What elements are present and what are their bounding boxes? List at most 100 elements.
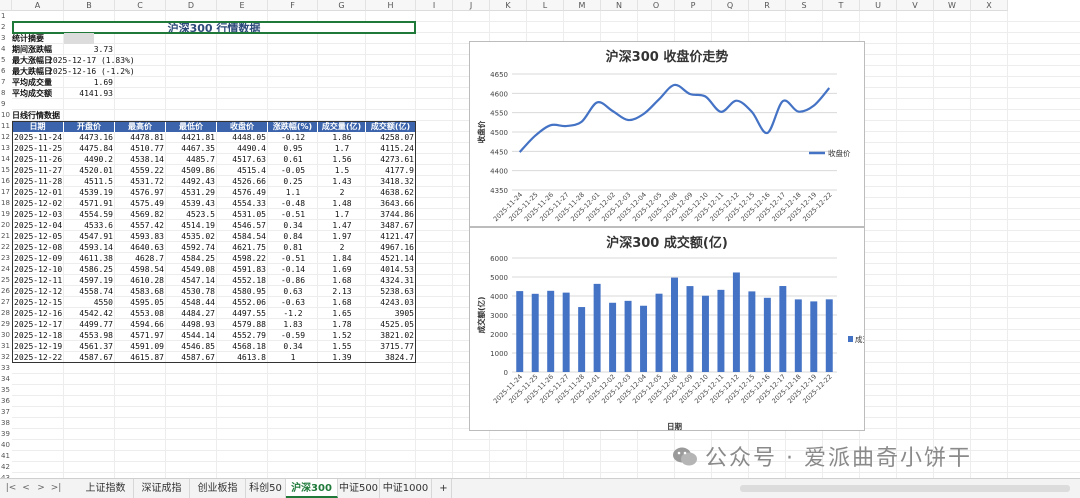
row-header[interactable]: 41 — [0, 451, 12, 462]
column-header[interactable]: J — [453, 0, 490, 11]
y-tick-label: 3000 — [490, 312, 508, 320]
row-header[interactable]: 29 — [0, 319, 12, 330]
column-header[interactable]: B — [64, 0, 115, 11]
add-sheet-button[interactable]: + — [436, 479, 452, 498]
row-header[interactable]: 1 — [0, 11, 12, 22]
row-header[interactable]: 10 — [0, 110, 12, 121]
row-header[interactable]: 28 — [0, 308, 12, 319]
column-header[interactable]: X — [971, 0, 1008, 11]
summary-value[interactable]: 2025-12-16 (-1.2%) — [48, 66, 135, 77]
summary-value[interactable]: 1.69 — [64, 77, 113, 88]
column-header[interactable]: Q — [712, 0, 749, 11]
summary-label[interactable]: 最大涨幅日 — [12, 55, 52, 66]
summary-label[interactable]: 平均成交额 — [12, 88, 52, 99]
column-header[interactable]: M — [564, 0, 601, 11]
column-header[interactable]: W — [934, 0, 971, 11]
row-header[interactable]: 25 — [0, 275, 12, 286]
sheet-nav-arrow[interactable]: > — [34, 479, 48, 498]
row-header[interactable]: 40 — [0, 440, 12, 451]
summary-value[interactable]: 4141.93 — [64, 88, 113, 99]
column-header[interactable]: R — [749, 0, 786, 11]
column-header[interactable]: S — [786, 0, 823, 11]
summary-label[interactable]: 平均成交量 — [12, 77, 52, 88]
row-header[interactable]: 5 — [0, 55, 12, 66]
sheet-tab[interactable]: 科创50 — [246, 479, 286, 498]
row-header[interactable]: 8 — [0, 88, 12, 99]
row-header[interactable]: 30 — [0, 330, 12, 341]
row-header[interactable]: 24 — [0, 264, 12, 275]
row-header[interactable]: 37 — [0, 407, 12, 418]
row-header[interactable]: 33 — [0, 363, 12, 374]
column-header[interactable]: I — [416, 0, 453, 11]
sheet-tab[interactable]: 沪深300 — [286, 479, 338, 498]
column-header[interactable]: E — [217, 0, 268, 11]
row-header[interactable]: 3 — [0, 33, 12, 44]
column-header[interactable]: H — [366, 0, 416, 11]
row-header[interactable]: 15 — [0, 165, 12, 176]
row-header[interactable]: 4 — [0, 44, 12, 55]
column-header[interactable]: A — [12, 0, 64, 11]
row-header[interactable]: 34 — [0, 374, 12, 385]
row-header[interactable]: 14 — [0, 154, 12, 165]
row-header[interactable]: 18 — [0, 198, 12, 209]
column-header[interactable]: C — [115, 0, 166, 11]
summary-value[interactable]: 3.73 — [64, 44, 113, 55]
sheet-tab[interactable]: 中证500 — [338, 479, 380, 498]
row-header[interactable]: 17 — [0, 187, 12, 198]
row-header[interactable]: 36 — [0, 396, 12, 407]
row-header[interactable]: 9 — [0, 99, 12, 110]
row-header[interactable]: 32 — [0, 352, 12, 363]
sheet-tab[interactable]: 中证1000 — [380, 479, 432, 498]
horizontal-scrollbar[interactable] — [740, 485, 1070, 492]
row-header[interactable]: 20 — [0, 220, 12, 231]
column-header[interactable]: P — [675, 0, 712, 11]
row-header[interactable]: 35 — [0, 385, 12, 396]
row-header[interactable]: 39 — [0, 429, 12, 440]
bar — [763, 297, 771, 372]
row-header[interactable]: 6 — [0, 66, 12, 77]
sheet-tab[interactable]: 上证指数 — [78, 479, 134, 498]
row-header[interactable]: 22 — [0, 242, 12, 253]
row-header[interactable]: 38 — [0, 418, 12, 429]
turnover-chart[interactable]: 沪深300 成交额(亿) 0 1000 2000 3000 4000 5000 6000 20… — [469, 227, 865, 431]
row-header[interactable]: 7 — [0, 77, 12, 88]
row-header[interactable]: 19 — [0, 209, 12, 220]
column-header[interactable]: L — [527, 0, 564, 11]
summary-value[interactable]: 2025-12-17 (1.83%) — [48, 55, 135, 66]
select-all-corner[interactable] — [0, 0, 12, 11]
summary-heading[interactable]: 统计摘要 — [12, 33, 44, 44]
daily-data-heading[interactable]: 日线行情数据 — [12, 110, 60, 121]
row-header[interactable]: 27 — [0, 297, 12, 308]
column-header[interactable]: T — [823, 0, 860, 11]
y-axis-label: 成交额(亿) — [476, 297, 486, 334]
column-header[interactable]: F — [268, 0, 318, 11]
row-header[interactable]: 12 — [0, 132, 12, 143]
sheet-nav-arrow[interactable]: < — [19, 479, 33, 498]
summary-label[interactable]: 最大跌幅日 — [12, 66, 52, 77]
column-header[interactable]: U — [860, 0, 897, 11]
watermark: 公众号 · 爱派曲奇小饼干 — [672, 440, 1072, 474]
row-header[interactable]: 16 — [0, 176, 12, 187]
row-header[interactable]: 42 — [0, 462, 12, 473]
sheet-nav-arrow[interactable]: >| — [49, 479, 63, 498]
row-header[interactable]: 23 — [0, 253, 12, 264]
row-header[interactable]: 21 — [0, 231, 12, 242]
row-header[interactable]: 26 — [0, 286, 12, 297]
row-header[interactable]: 13 — [0, 143, 12, 154]
bar — [578, 307, 586, 372]
row-header[interactable]: 2 — [0, 22, 12, 33]
bar — [562, 292, 570, 372]
close-price-chart[interactable]: 沪深300 收盘价走势 4350 4400 4450 4500 4550 4600 4650… — [469, 41, 865, 227]
column-header[interactable]: N — [601, 0, 638, 11]
row-header[interactable]: 11 — [0, 121, 12, 132]
summary-label[interactable]: 期间涨跌幅 — [12, 44, 52, 55]
row-header[interactable]: 31 — [0, 341, 12, 352]
sheet-nav-arrow[interactable]: |< — [4, 479, 18, 498]
column-header[interactable]: O — [638, 0, 675, 11]
column-header[interactable]: K — [490, 0, 527, 11]
column-header[interactable]: V — [897, 0, 934, 11]
sheet-tab[interactable]: 创业板指 — [190, 479, 246, 498]
sheet-tab[interactable]: 深证成指 — [134, 479, 190, 498]
column-header[interactable]: D — [166, 0, 217, 11]
column-header[interactable]: G — [318, 0, 366, 11]
